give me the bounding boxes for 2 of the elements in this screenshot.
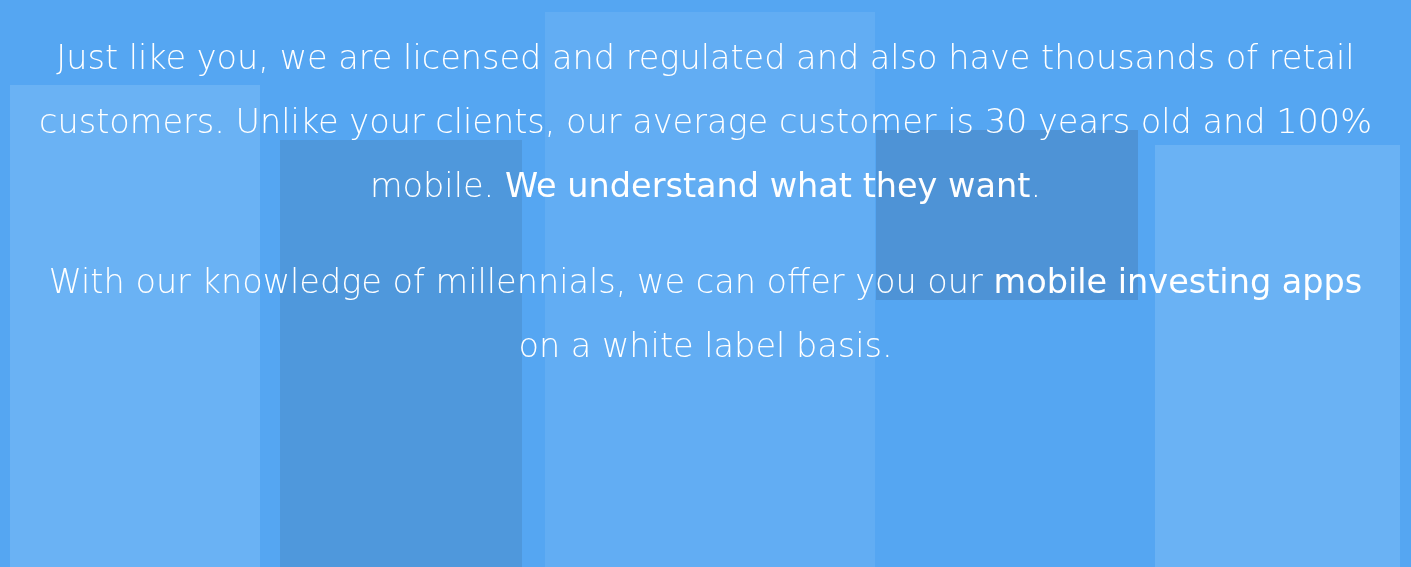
intro-paragraph: With our knowledge of millennials, we can offer you our mobile investing apps on a white label basis. xyxy=(47,261,1364,367)
intro-paragraph: Just like you, we are licensed and regulated and also have thousands of retail customers. Unlike your clients, our average customer is 30 years old and 100% mobile. We understand what they want. xyxy=(38,37,1373,207)
